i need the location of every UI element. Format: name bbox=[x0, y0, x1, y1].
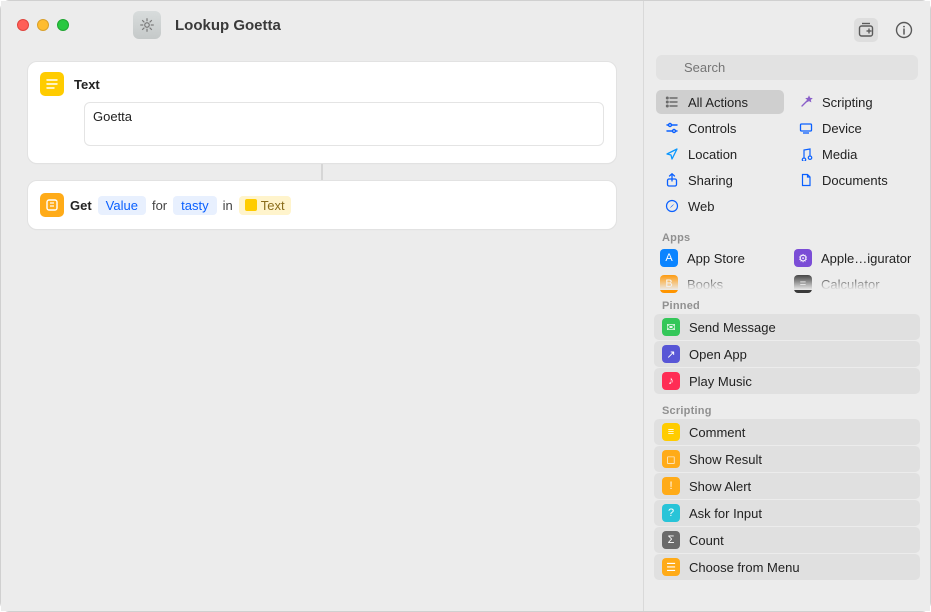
input-variable-label: Text bbox=[261, 198, 285, 213]
category-media[interactable]: Media bbox=[790, 142, 918, 166]
category-all-actions[interactable]: All Actions bbox=[656, 90, 784, 114]
scripting-list: ≡ Comment ◻ Show Result ! Show Alert ? A… bbox=[644, 419, 930, 581]
wand-icon bbox=[798, 94, 814, 110]
page-title: Lookup Goetta bbox=[175, 17, 281, 34]
show-alert-icon: ! bbox=[662, 477, 680, 495]
editor-pane: Text Get Value for tasty in Text bbox=[1, 1, 644, 611]
app-item[interactable]: ⚙ Apple…igurator bbox=[790, 246, 918, 270]
category-scripting[interactable]: Scripting bbox=[790, 90, 918, 114]
library-pane: All Actions Scripting Controls Device Lo… bbox=[644, 1, 930, 611]
list-icon bbox=[664, 94, 680, 110]
close-window-button[interactable] bbox=[17, 19, 29, 31]
calculator-icon: = bbox=[794, 275, 812, 293]
scripting-section-label: Scripting bbox=[644, 395, 930, 419]
document-icon bbox=[798, 172, 814, 188]
music-icon: ♪ bbox=[662, 372, 680, 390]
app-store-icon: A bbox=[660, 249, 678, 267]
text-action-card[interactable]: Text bbox=[27, 61, 617, 164]
window-controls bbox=[17, 19, 69, 31]
action-item[interactable]: ≡ Comment bbox=[654, 419, 920, 445]
input-variable-chip[interactable]: Text bbox=[239, 196, 291, 215]
category-web[interactable]: Web bbox=[656, 194, 784, 218]
action-item[interactable]: ? Ask for Input bbox=[654, 500, 920, 526]
text-action-title: Text bbox=[74, 77, 100, 92]
app-item[interactable]: = Calculator bbox=[790, 272, 918, 296]
in-label: in bbox=[223, 198, 233, 213]
category-controls[interactable]: Controls bbox=[656, 116, 784, 140]
show-result-icon: ◻ bbox=[662, 450, 680, 468]
ask-input-icon: ? bbox=[662, 504, 680, 522]
apps-grid: A App Store ⚙ Apple…igurator B Books = C… bbox=[644, 246, 930, 290]
zoom-window-button[interactable] bbox=[57, 19, 69, 31]
category-grid: All Actions Scripting Controls Device Lo… bbox=[644, 88, 930, 222]
shortcut-icon bbox=[133, 11, 161, 39]
comment-icon: ≡ bbox=[662, 423, 680, 441]
location-icon bbox=[664, 146, 680, 162]
music-icon bbox=[798, 146, 814, 162]
open-app-icon: ↗ bbox=[662, 345, 680, 363]
category-device[interactable]: Device bbox=[790, 116, 918, 140]
text-action-input[interactable] bbox=[84, 102, 604, 146]
action-item[interactable]: ! Show Alert bbox=[654, 473, 920, 499]
info-button[interactable] bbox=[892, 18, 916, 42]
action-item[interactable]: Σ Count bbox=[654, 527, 920, 553]
safari-icon bbox=[664, 198, 680, 214]
text-icon bbox=[40, 72, 64, 96]
apps-section-label: Apps bbox=[644, 222, 930, 246]
sliders-icon bbox=[664, 120, 680, 136]
value-parameter[interactable]: Value bbox=[98, 196, 146, 215]
text-action-header: Text bbox=[28, 62, 616, 102]
action-item[interactable]: ☰ Choose from Menu bbox=[654, 554, 920, 580]
device-icon bbox=[798, 120, 814, 136]
key-parameter[interactable]: tasty bbox=[173, 196, 216, 215]
books-icon: B bbox=[660, 275, 678, 293]
action-connector bbox=[321, 164, 323, 180]
text-mini-icon bbox=[245, 199, 257, 211]
action-item[interactable]: ✉ Send Message bbox=[654, 314, 920, 340]
app-window: Lookup Goetta Text bbox=[0, 0, 931, 612]
choose-menu-icon: ☰ bbox=[662, 558, 680, 576]
library-toggle-button[interactable] bbox=[854, 18, 878, 42]
get-dictionary-value-card[interactable]: Get Value for tasty in Text bbox=[27, 180, 617, 230]
get-label: Get bbox=[70, 198, 92, 213]
category-location[interactable]: Location bbox=[656, 142, 784, 166]
dictionary-icon bbox=[40, 193, 64, 217]
search-input[interactable] bbox=[656, 55, 918, 80]
pinned-list: ✉ Send Message ↗ Open App ♪ Play Music bbox=[644, 314, 930, 395]
action-item[interactable]: ↗ Open App bbox=[654, 341, 920, 367]
category-sharing[interactable]: Sharing bbox=[656, 168, 784, 192]
configurator-icon: ⚙ bbox=[794, 249, 812, 267]
app-item[interactable]: A App Store bbox=[656, 246, 784, 270]
for-label: for bbox=[152, 198, 167, 213]
app-item[interactable]: B Books bbox=[656, 272, 784, 296]
messages-icon: ✉ bbox=[662, 318, 680, 336]
action-item[interactable]: ♪ Play Music bbox=[654, 368, 920, 394]
library-toolbar bbox=[644, 11, 930, 49]
count-icon: Σ bbox=[662, 531, 680, 549]
category-documents[interactable]: Documents bbox=[790, 168, 918, 192]
minimize-window-button[interactable] bbox=[37, 19, 49, 31]
action-item[interactable]: ◻ Show Result bbox=[654, 446, 920, 472]
share-icon bbox=[664, 172, 680, 188]
